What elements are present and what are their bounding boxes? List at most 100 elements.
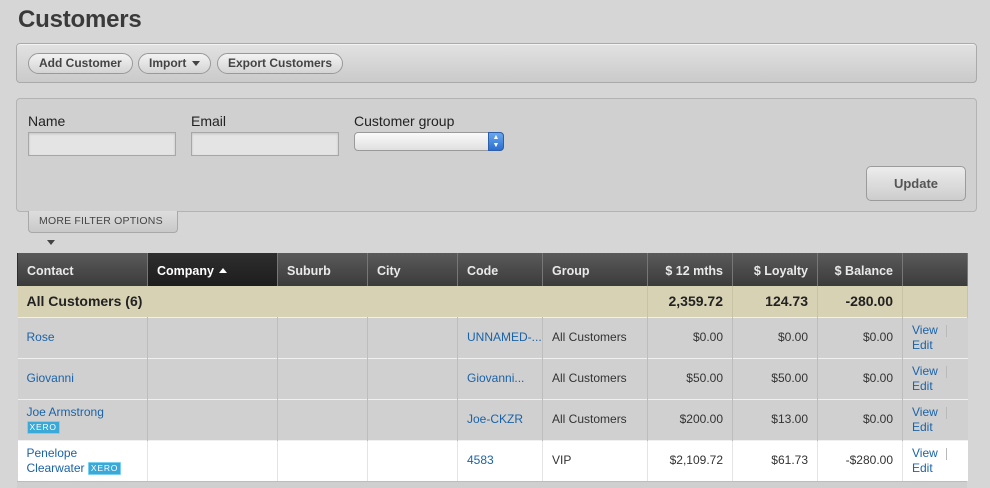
divider [946, 447, 947, 460]
group-cell: All Customers [542, 398, 648, 440]
contact-link[interactable]: Penelope Clearwater [27, 446, 85, 475]
twelve-mths-cell: $50.00 [647, 357, 733, 399]
divider [946, 324, 947, 337]
suburb-cell [277, 439, 368, 481]
contact-cell: Joe Armstrong XERO [17, 398, 148, 440]
group-cell: VIP [542, 439, 648, 481]
xero-badge: XERO [87, 462, 122, 476]
city-cell [367, 439, 458, 481]
table-header-row: Contact Company Suburb City Code Group $… [17, 253, 968, 286]
divider [946, 406, 947, 419]
loyalty-cell: $0.00 [732, 316, 818, 358]
more-filter-options-label: MORE FILTER OPTIONS [39, 215, 163, 227]
code-link[interactable]: Giovanni... [467, 371, 524, 385]
column-header-code[interactable]: Code [457, 253, 543, 286]
chevron-down-icon [47, 239, 55, 245]
balance-cell: -$280.00 [817, 439, 903, 481]
view-link[interactable]: View [912, 364, 938, 378]
suburb-cell [277, 357, 368, 399]
twelve-mths-cell: $2,109.72 [647, 439, 733, 481]
loyalty-cell: $13.00 [732, 398, 818, 440]
balance-cell: $0.00 [817, 316, 903, 358]
contact-cell: Giovanni [17, 357, 148, 399]
contact-cell: Rose [17, 316, 148, 358]
summary-row: All Customers (6) 2,359.72 124.73 -280.0… [17, 286, 968, 317]
column-header-loyalty[interactable]: $ Loyalty [732, 253, 818, 286]
column-header-group[interactable]: Group [542, 253, 648, 286]
code-link[interactable]: UNNAMED-... [467, 330, 542, 344]
column-header-balance[interactable]: $ Balance [817, 253, 903, 286]
contact-cell: Penelope Clearwater XERO [17, 439, 148, 481]
actions-cell: View Edit [902, 357, 968, 399]
customer-group-label: Customer group [354, 113, 455, 129]
customers-table: Contact Company Suburb City Code Group $… [17, 253, 968, 481]
group-cell: All Customers [542, 357, 648, 399]
table-row: Joe Armstrong XERO Joe-CKZR All Customers… [17, 398, 968, 440]
table-row: Giovanni Giovanni... All Customers $50.0… [17, 357, 968, 399]
city-cell [367, 357, 458, 399]
code-cell: Giovanni... [457, 357, 543, 399]
page-title: Customers [18, 6, 142, 33]
column-header-city[interactable]: City [367, 253, 458, 286]
edit-link[interactable]: Edit [912, 461, 933, 475]
view-link[interactable]: View [912, 446, 938, 460]
view-link[interactable]: View [912, 405, 938, 419]
column-header-company[interactable]: Company [147, 253, 278, 286]
column-header-12-mths[interactable]: $ 12 mths [647, 253, 733, 286]
summary-12-mths: 2,359.72 [647, 286, 733, 317]
import-button-label: Import [149, 56, 187, 70]
contact-link[interactable]: Rose [27, 330, 55, 344]
next-row-edge [17, 481, 967, 488]
code-cell: Joe-CKZR [457, 398, 543, 440]
email-field[interactable] [191, 132, 339, 156]
name-field[interactable] [28, 132, 176, 156]
loyalty-cell: $50.00 [732, 357, 818, 399]
edit-link[interactable]: Edit [912, 420, 933, 434]
column-header-contact[interactable]: Contact [17, 253, 148, 286]
summary-label: All Customers (6) [17, 286, 648, 317]
balance-cell: $0.00 [817, 357, 903, 399]
company-cell [147, 439, 278, 481]
actions-cell: View Edit [902, 439, 968, 481]
column-header-suburb[interactable]: Suburb [277, 253, 368, 286]
more-filter-options-button[interactable]: MORE FILTER OPTIONS [28, 211, 178, 245]
import-button[interactable]: Import [138, 53, 212, 74]
code-cell: UNNAMED-... [457, 316, 543, 358]
add-customer-button[interactable]: Add Customer [28, 53, 133, 74]
customer-group-select[interactable]: ▲ ▼ [354, 132, 504, 151]
company-cell [147, 398, 278, 440]
filter-panel: Name Email Customer group ▲ ▼ Update [16, 98, 977, 212]
xero-badge: XERO [26, 420, 60, 434]
code-link[interactable]: Joe-CKZR [467, 412, 523, 426]
table-row: Rose UNNAMED-... All Customers $0.00 $0.… [17, 316, 968, 358]
edit-link[interactable]: Edit [912, 338, 933, 352]
column-header-actions [902, 253, 968, 286]
company-cell [147, 316, 278, 358]
group-cell: All Customers [542, 316, 648, 358]
code-link[interactable]: 4583 [467, 453, 494, 467]
email-label: Email [191, 113, 227, 129]
city-cell [367, 398, 458, 440]
loyalty-cell: $61.73 [732, 439, 818, 481]
update-button[interactable]: Update [866, 166, 966, 201]
select-arrows-icon: ▲ ▼ [488, 132, 504, 151]
contact-link[interactable]: Giovanni [27, 371, 74, 385]
contact-link[interactable]: Joe Armstrong [27, 405, 104, 419]
twelve-mths-cell: $200.00 [647, 398, 733, 440]
column-header-company-label: Company [157, 264, 214, 278]
chevron-down-icon [192, 61, 201, 67]
export-customers-button[interactable]: Export Customers [217, 53, 344, 74]
city-cell [367, 316, 458, 358]
sort-ascending-icon [218, 268, 227, 274]
actions-cell: View Edit [902, 398, 968, 440]
actions-cell: View Edit [902, 316, 968, 358]
company-cell [147, 357, 278, 399]
name-label: Name [28, 113, 66, 129]
edit-link[interactable]: Edit [912, 379, 933, 393]
twelve-mths-cell: $0.00 [647, 316, 733, 358]
view-link[interactable]: View [912, 323, 938, 337]
summary-balance: -280.00 [817, 286, 903, 317]
summary-loyalty: 124.73 [732, 286, 818, 317]
balance-cell: $0.00 [817, 398, 903, 440]
divider [946, 365, 947, 378]
